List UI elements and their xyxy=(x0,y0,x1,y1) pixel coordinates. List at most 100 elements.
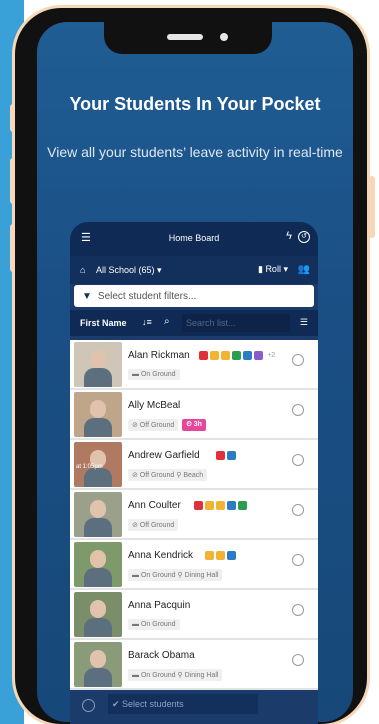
power-button xyxy=(369,176,375,238)
student-tags xyxy=(204,551,236,560)
select-students-label: Select students xyxy=(122,699,184,709)
student-name: Anna Kendrick xyxy=(128,550,194,561)
app-title: Home Board xyxy=(168,233,220,243)
tag-icon xyxy=(199,351,209,360)
photo-body xyxy=(84,468,112,487)
photo-face xyxy=(90,550,106,568)
status-pill: ⊘ Off Ground xyxy=(128,419,179,431)
app-screen: ☰ Home Board ϟ ↺ ⌂ All School (65) ▾ ▮ R… xyxy=(70,222,318,724)
select-student-radio[interactable] xyxy=(292,654,304,666)
school-dropdown-label: All School (65) xyxy=(96,265,155,275)
select-students-button[interactable]: ✔ Select students xyxy=(108,694,258,714)
school-dropdown[interactable]: All School (65) ▾ xyxy=(96,265,162,276)
photo-face xyxy=(90,350,106,368)
student-photo xyxy=(74,342,122,387)
select-student-radio[interactable] xyxy=(292,354,304,366)
select-student-radio[interactable] xyxy=(292,504,304,516)
tag-icon xyxy=(215,501,225,510)
phone-notch xyxy=(104,8,272,54)
student-name: Barack Obama xyxy=(128,650,195,661)
student-name: Ally McBeal xyxy=(128,400,181,411)
hero-subline: View all your students’ leave activity i… xyxy=(47,144,343,160)
photo-body xyxy=(84,518,112,537)
sort-field-label[interactable]: First Name xyxy=(80,318,127,328)
select-all-checkbox[interactable] xyxy=(82,699,95,712)
list-view-icon[interactable]: ☰ xyxy=(300,317,308,328)
student-row[interactable]: Alan Rickman +2 ▬ On Ground xyxy=(70,340,318,390)
photo-body xyxy=(84,668,112,687)
speaker-icon xyxy=(167,34,203,40)
status-pill: ▬ On Ground ⚲ Dining Hall xyxy=(128,669,223,681)
home-icon: ⌂ xyxy=(80,265,86,275)
student-filter-input[interactable]: ▼ Select student filters... xyxy=(74,285,314,307)
filter-icon: ▼ xyxy=(82,290,92,302)
student-tags xyxy=(193,501,247,510)
student-row[interactable]: Ally McBeal ⊘ Off Ground ⏲ 3h xyxy=(70,390,318,440)
tag-icon xyxy=(193,501,203,510)
sort-bar: First Name ↓≡ ⌕ Search list... ☰ xyxy=(70,310,318,336)
student-row[interactable]: Anna Pacquin ▬ On Ground xyxy=(70,590,318,640)
status-pill: ⊘ Off Ground xyxy=(128,519,179,531)
student-row[interactable]: Barack Obama ▬ On Ground ⚲ Dining Hall xyxy=(70,640,318,690)
student-status: ⊘ Off Ground xyxy=(128,519,179,531)
photo-body xyxy=(84,618,112,637)
tag-icon xyxy=(204,551,214,560)
status-pill: ▬ On Ground xyxy=(128,619,180,630)
tag-icon xyxy=(204,501,214,510)
student-name: Anna Pacquin xyxy=(128,600,191,611)
student-status: ⊘ Off Ground ⏲ 3h xyxy=(128,419,206,431)
lightning-icon[interactable]: ϟ xyxy=(286,230,292,242)
select-student-radio[interactable] xyxy=(292,554,304,566)
photo-face xyxy=(90,400,106,418)
tag-icon xyxy=(254,351,264,360)
tag-icon xyxy=(210,351,220,360)
select-student-radio[interactable] xyxy=(292,604,304,616)
app-topbar: ☰ Home Board ϟ ↺ xyxy=(70,222,318,256)
tag-icon xyxy=(227,451,236,460)
student-list: Alan Rickman +2 ▬ On Ground Ally McBeal ⊘ Of… xyxy=(70,340,318,690)
student-photo xyxy=(74,642,122,687)
student-status: ▬ On Ground ⚲ Dining Hall xyxy=(128,669,223,681)
student-tags: +2 xyxy=(199,351,275,360)
student-photo xyxy=(74,392,122,437)
student-status: ▬ On Ground ⚲ Dining Hall xyxy=(128,569,223,581)
roll-button[interactable]: ▮ Roll ▾ xyxy=(258,264,288,275)
student-status: ⊘ Off Ground ⚲ Beach xyxy=(128,469,208,481)
search-list-input[interactable]: Search list... xyxy=(182,314,290,332)
select-student-radio[interactable] xyxy=(292,404,304,416)
tag-icon xyxy=(237,501,247,510)
student-name: Ann Coulter xyxy=(128,500,181,511)
student-row[interactable]: Anna Kendrick ▬ On Ground ⚲ Dining Hall xyxy=(70,540,318,590)
group-icon[interactable]: 👥 xyxy=(298,264,310,275)
tag-icon xyxy=(243,351,253,360)
student-name: Alan Rickman xyxy=(128,350,190,361)
tag-icon xyxy=(215,551,225,560)
sort-order-icon[interactable]: ↓≡ xyxy=(142,317,152,327)
photo-body xyxy=(84,568,112,587)
status-pill: ▬ On Ground xyxy=(128,369,180,380)
photo-face xyxy=(90,500,106,518)
clock-icon[interactable]: ↺ xyxy=(298,231,310,243)
photo-body xyxy=(84,418,112,437)
camera-icon xyxy=(220,33,228,41)
tag-icon xyxy=(216,451,225,460)
filter-placeholder: Select student filters... xyxy=(97,290,197,302)
tag-icon xyxy=(221,351,231,360)
more-tags-count: +2 xyxy=(267,352,276,359)
student-status: ▬ On Ground xyxy=(128,619,180,630)
status-pill: ⊘ Off Ground ⚲ Beach xyxy=(128,469,208,481)
bottom-select-bar: ✔ Select students xyxy=(70,690,318,724)
photo-face xyxy=(90,650,106,668)
roll-chevron-icon: ▾ xyxy=(283,264,288,274)
student-row[interactable]: at 1:05pm Andrew Garfield ⊘ Off Ground ⚲ B… xyxy=(70,440,318,490)
tag-icon xyxy=(226,551,236,560)
student-status: ▬ On Ground xyxy=(128,369,180,380)
student-photo xyxy=(74,492,122,537)
hero-headline: Your Students In Your Pocket xyxy=(69,94,321,114)
student-row[interactable]: Ann Coulter ⊘ Off Ground xyxy=(70,490,318,540)
roll-label: Roll xyxy=(265,264,281,274)
tag-icon xyxy=(226,501,236,510)
tag-icon xyxy=(232,351,242,360)
select-student-radio[interactable] xyxy=(292,454,304,466)
student-tags xyxy=(216,451,236,460)
